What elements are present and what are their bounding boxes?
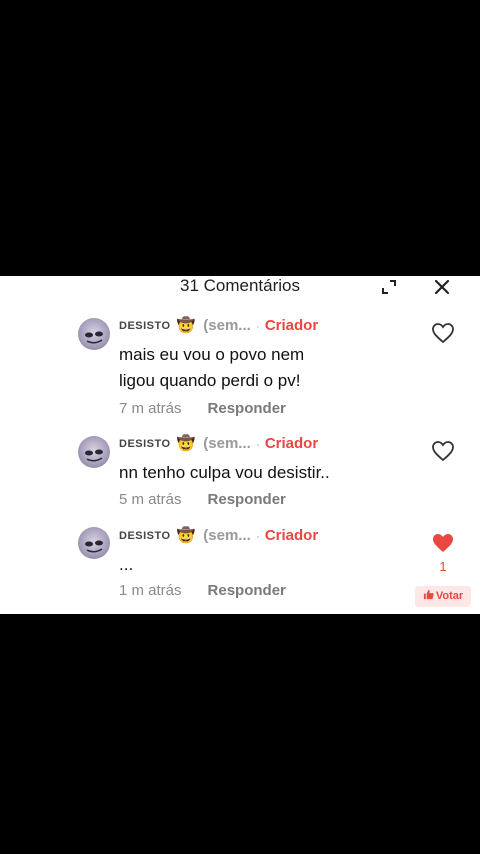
comment-meta: DESISTO 🤠 (sem... · Criador — [119, 316, 318, 336]
comment-footer: 7 m atrás Responder — [119, 400, 286, 417]
heart-outline-icon[interactable] — [431, 322, 455, 344]
close-icon[interactable] — [433, 278, 451, 296]
creator-badge: Criador — [264, 317, 319, 335]
comments-panel: 31 Comentários DESISTO 🤠 (sem... · Criador m… — [0, 276, 480, 614]
avatar[interactable] — [78, 527, 110, 559]
comment-line: nn tenho culpa vou desistir.. — [119, 463, 330, 482]
comment-time: 1 m atrás — [119, 582, 182, 599]
comment-time: 7 m atrás — [119, 400, 182, 417]
comment-meta: DESISTO 🤠 (sem... · Criador — [119, 526, 318, 546]
comment-text: mais eu vou o povo nem ligou quando perd… — [119, 342, 379, 394]
comments-count-title: 31 Comentários — [179, 276, 300, 295]
separator-dot: · — [255, 319, 260, 334]
heart-filled-icon[interactable] — [431, 532, 455, 554]
heart-outline-icon[interactable] — [431, 440, 455, 462]
comment-text: nn tenho culpa vou desistir.. — [119, 460, 379, 486]
like-count: 1 — [439, 559, 447, 574]
comment-text: ... — [119, 552, 379, 578]
comment-footer: 1 m atrás Responder — [119, 582, 286, 599]
comment-line: mais eu vou o povo nem — [119, 345, 305, 364]
creator-badge: Criador — [264, 527, 319, 545]
username[interactable]: DESISTO — [119, 530, 171, 542]
avatar[interactable] — [78, 436, 110, 468]
separator-dot: · — [255, 437, 260, 452]
reply-button[interactable]: Responder — [208, 491, 286, 508]
avatar[interactable] — [78, 318, 110, 350]
separator-dot: · — [255, 529, 260, 544]
thumbs-up-icon — [423, 589, 434, 600]
cowboy-emoji-icon: 🤠 — [176, 527, 196, 545]
comment-time: 5 m atrás — [119, 491, 182, 508]
comment-footer: 5 m atrás Responder — [119, 491, 286, 508]
username[interactable]: DESISTO — [119, 438, 171, 450]
comment-line: ligou quando perdi o pv! — [119, 371, 301, 390]
vote-button[interactable]: Votar — [415, 586, 471, 607]
cowboy-emoji-icon: 🤠 — [176, 435, 196, 453]
user-status: (sem... — [203, 527, 251, 545]
expand-icon[interactable] — [381, 279, 397, 295]
reply-button[interactable]: Responder — [208, 400, 286, 417]
creator-badge: Criador — [264, 435, 319, 453]
user-status: (sem... — [203, 317, 251, 335]
comment-line: ... — [119, 555, 134, 574]
comment-meta: DESISTO 🤠 (sem... · Criador — [119, 434, 318, 454]
user-status: (sem... — [203, 435, 251, 453]
username[interactable]: DESISTO — [119, 320, 171, 332]
vote-label: Votar — [435, 590, 464, 602]
reply-button[interactable]: Responder — [208, 582, 286, 599]
cowboy-emoji-icon: 🤠 — [176, 317, 196, 335]
